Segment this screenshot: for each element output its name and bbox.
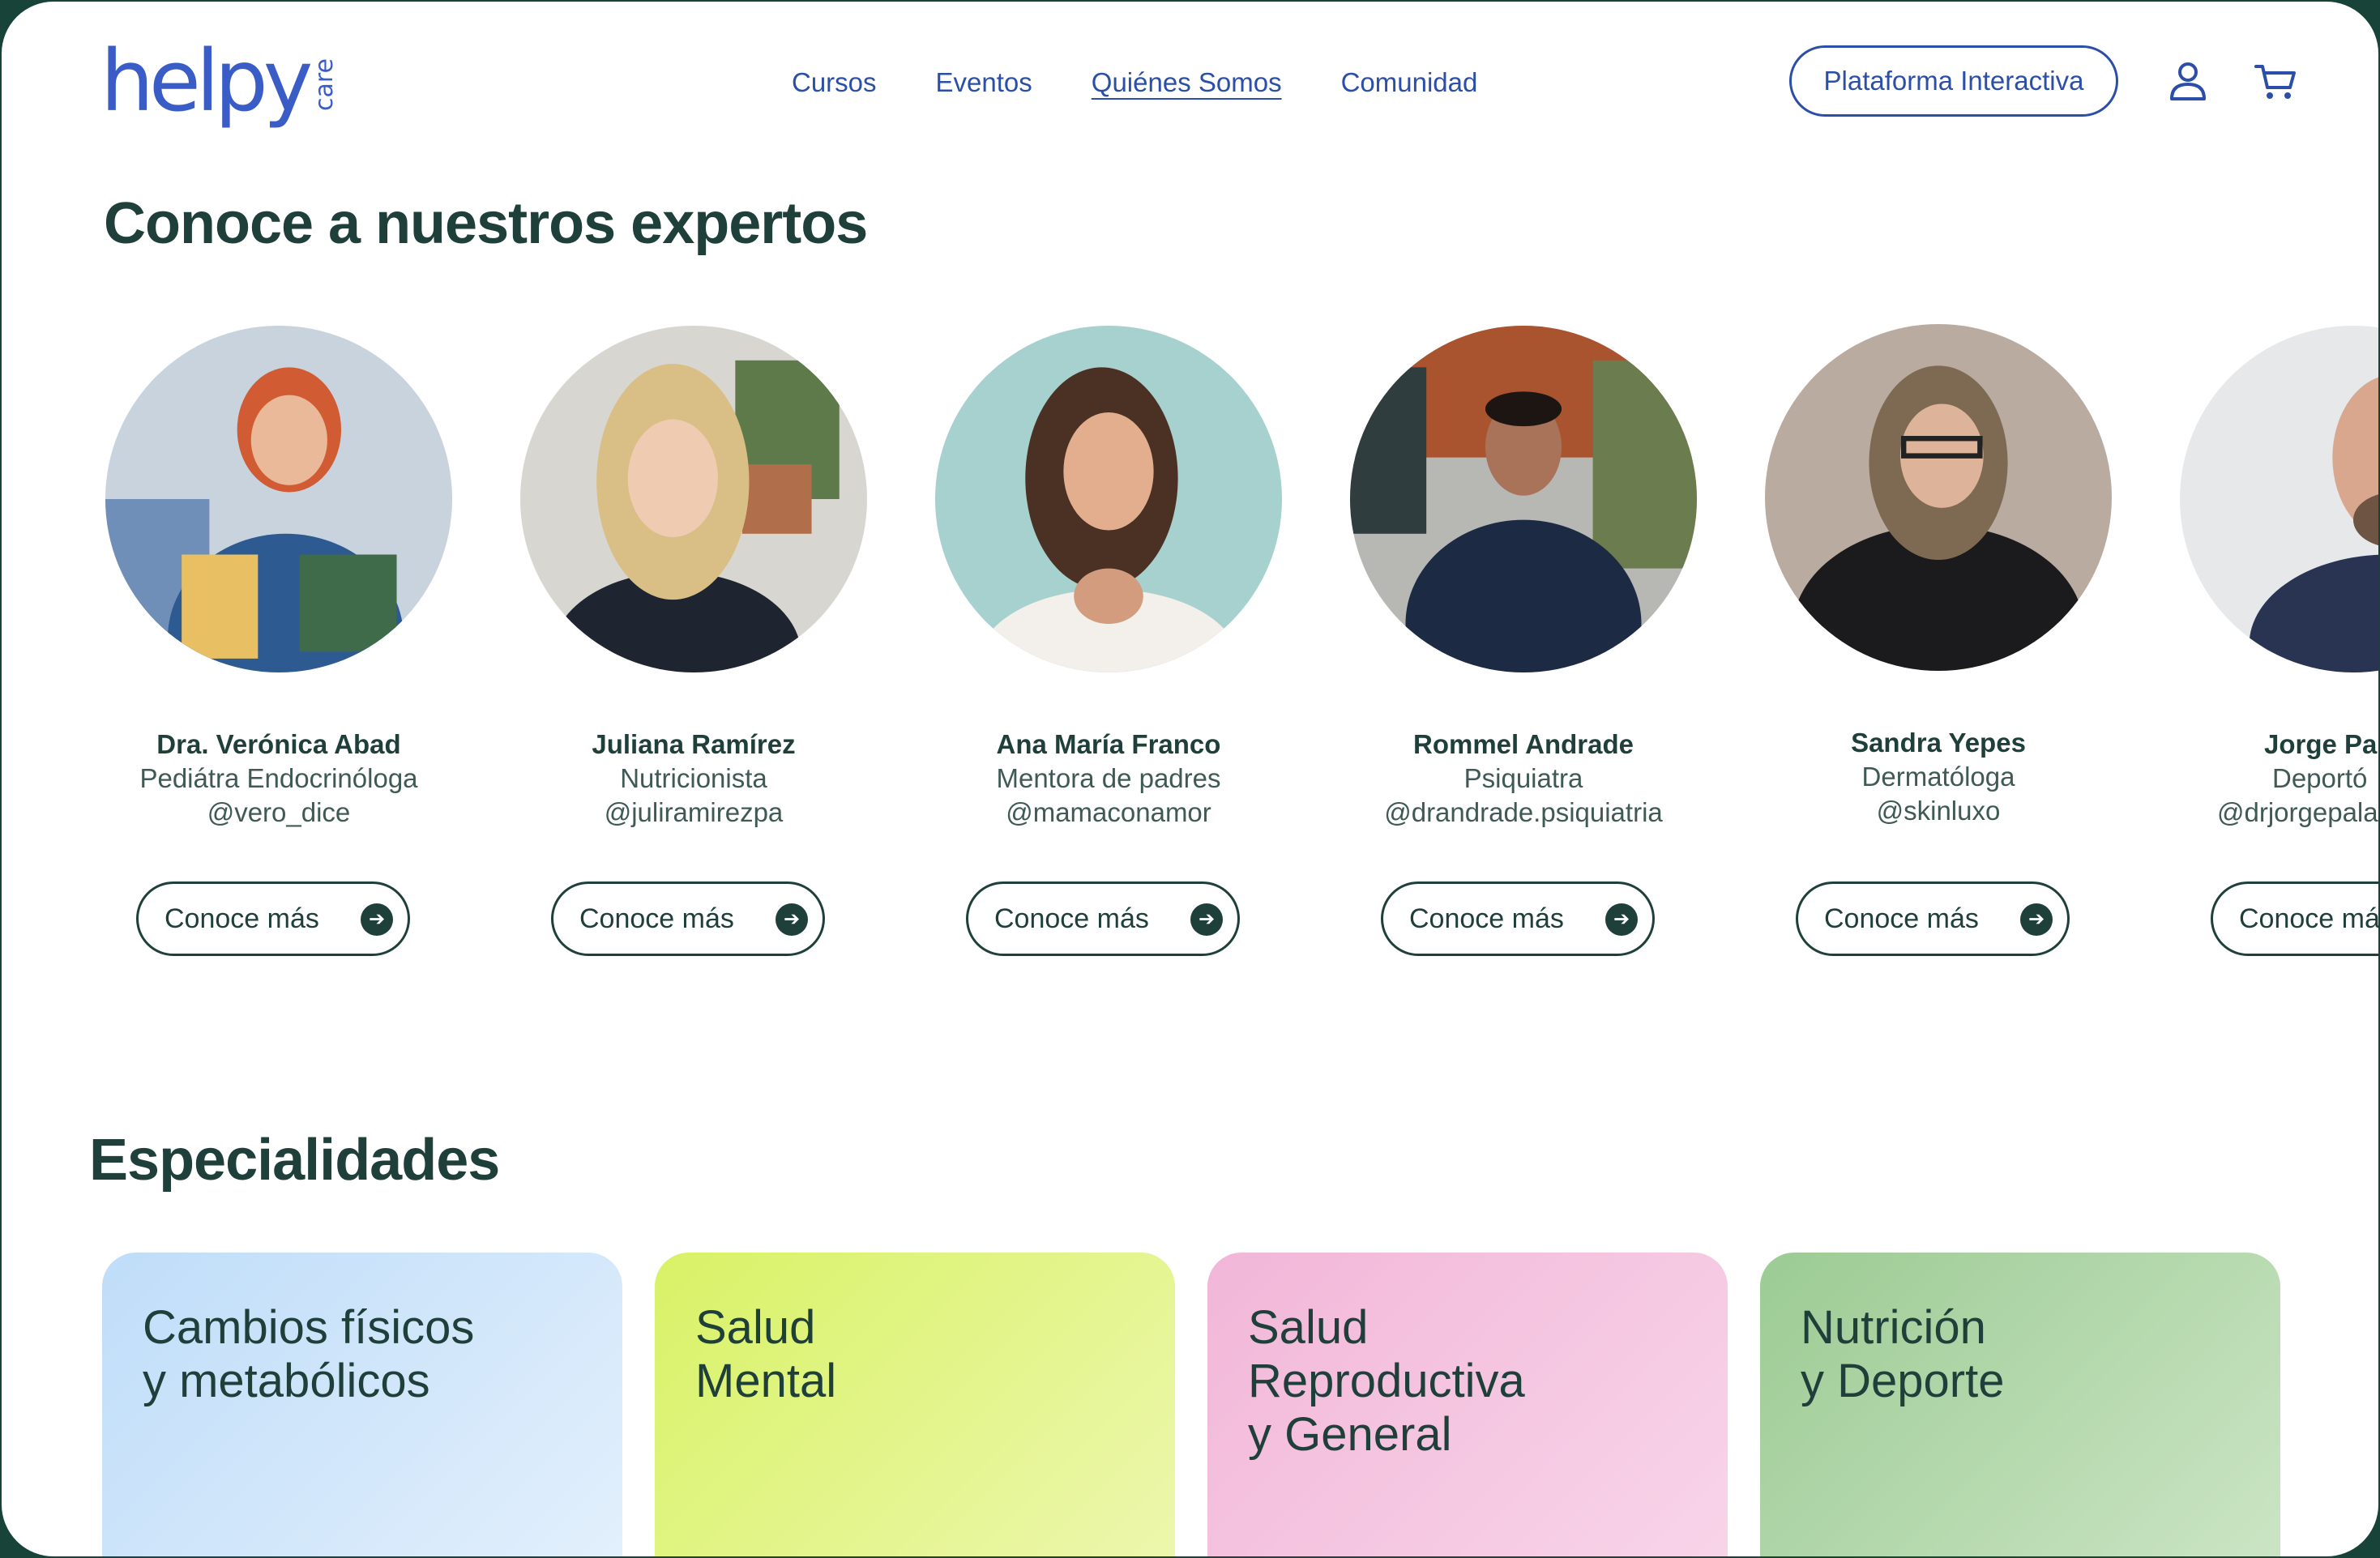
- arrow-right-icon: ➔: [1190, 903, 1223, 936]
- nav-eventos[interactable]: Eventos: [936, 65, 1032, 100]
- conoce-mas-button[interactable]: Conoce más: [2211, 881, 2380, 956]
- conoce-mas-label: Conoce más: [1824, 903, 1979, 934]
- plataforma-interactiva-button[interactable]: Plataforma Interactiva: [1789, 45, 2118, 117]
- nav-comunidad[interactable]: Comunidad: [1341, 65, 1478, 100]
- expert-card: Juliana Ramírez Nutricionista @juliramir…: [507, 326, 880, 966]
- expert-card: Ana María Franco Mentora de padres @mama…: [922, 326, 1295, 966]
- specialty-card-nutricion-deporte[interactable]: Nutrición y Deporte: [1760, 1253, 2280, 1556]
- conoce-mas-button[interactable]: Conoce más ➔: [551, 881, 825, 956]
- arrow-right-icon: ➔: [2020, 903, 2053, 936]
- conoce-mas-button[interactable]: Conoce más ➔: [1381, 881, 1655, 956]
- expert-role: Psiquiatra: [1463, 763, 1583, 793]
- expert-role: Nutricionista: [620, 763, 767, 793]
- expert-handle[interactable]: @drandrade.psiquiatria: [1337, 796, 1710, 830]
- browser-frame: helpy care Cursos Eventos Quiénes Somos …: [0, 0, 2380, 1558]
- conoce-mas-label: Conoce más: [1409, 903, 1564, 934]
- cart-icon[interactable]: [2253, 58, 2298, 104]
- main-nav: Cursos Eventos Quiénes Somos Comunidad: [792, 65, 1536, 100]
- specialty-card-salud-reproductiva[interactable]: Salud Reproductiva y General: [1207, 1253, 1728, 1556]
- expert-name: Rommel Andrade: [1413, 729, 1634, 759]
- expert-handle[interactable]: @skinluxo: [1752, 794, 2125, 828]
- specialty-card-title: Salud Mental: [695, 1301, 837, 1407]
- expert-photo: [105, 326, 452, 672]
- conoce-mas-label: Conoce más: [579, 903, 734, 934]
- expert-card: Dra. Verónica Abad Pediátra Endocrinólog…: [92, 326, 465, 966]
- expert-role: Pediátra Endocrinóloga: [139, 763, 418, 793]
- helpy-logo[interactable]: helpy care: [100, 32, 340, 130]
- expert-handle[interactable]: @juliramirezpa: [507, 796, 880, 830]
- conoce-mas-label: Conoce más: [994, 903, 1149, 934]
- specialties-section-title: Especialidades: [89, 1128, 500, 1193]
- expert-card-partial: Jorge Pa Deportó @drjorgepala Conoce más: [2167, 326, 2380, 966]
- expert-name: Dra. Verónica Abad: [156, 729, 401, 759]
- specialty-card-title: Salud Reproductiva y General: [1248, 1301, 1525, 1461]
- specialty-card-title: Cambios físicos y metabólicos: [143, 1301, 475, 1407]
- expert-card: Rommel Andrade Psiquiatra @drandrade.psi…: [1337, 326, 1710, 966]
- expert-handle[interactable]: @drjorgepala: [2217, 796, 2378, 830]
- expert-photo: [2180, 326, 2378, 672]
- expert-photo: [935, 326, 1282, 672]
- expert-role: Dermatóloga: [1861, 762, 2015, 792]
- expert-photo: [520, 326, 867, 672]
- specialty-card-title: Nutrición y Deporte: [1801, 1301, 2005, 1407]
- nav-quienes-somos[interactable]: Quiénes Somos: [1092, 65, 1282, 100]
- expert-handle[interactable]: @mamaconamor: [922, 796, 1295, 830]
- conoce-mas-label: Conoce más: [165, 903, 319, 934]
- conoce-mas-button[interactable]: Conoce más ➔: [1796, 881, 2070, 956]
- conoce-mas-label: Conoce más: [2239, 903, 2380, 934]
- expert-name: Sandra Yepes: [1851, 728, 2026, 758]
- user-icon[interactable]: [2165, 58, 2211, 104]
- arrow-right-icon: ➔: [361, 903, 393, 936]
- expert-name: Juliana Ramírez: [592, 729, 796, 759]
- expert-card: Sandra Yepes Dermatóloga @skinluxo Conoc…: [1752, 324, 2125, 964]
- specialty-card-salud-mental[interactable]: Salud Mental: [655, 1253, 1175, 1556]
- expert-photo: [1765, 324, 2112, 671]
- specialty-card-cambios-fisicos[interactable]: Cambios físicos y metabólicos: [102, 1253, 622, 1556]
- experts-section-title: Conoce a nuestros expertos: [104, 191, 868, 256]
- conoce-mas-button[interactable]: Conoce más ➔: [136, 881, 410, 956]
- expert-role: Mentora de padres: [996, 763, 1221, 793]
- arrow-right-icon: ➔: [1605, 903, 1638, 936]
- logo-wordmark: helpy: [100, 32, 313, 130]
- arrow-right-icon: ➔: [776, 903, 808, 936]
- expert-name: Ana María Franco: [996, 729, 1221, 759]
- expert-name: Jorge Pa: [2264, 729, 2378, 759]
- expert-photo: [1350, 326, 1697, 672]
- expert-handle[interactable]: @vero_dice: [92, 796, 465, 830]
- conoce-mas-button[interactable]: Conoce más ➔: [966, 881, 1240, 956]
- expert-role: Deportó: [2272, 763, 2368, 793]
- nav-cursos[interactable]: Cursos: [792, 65, 877, 100]
- logo-suffix: care: [310, 58, 340, 112]
